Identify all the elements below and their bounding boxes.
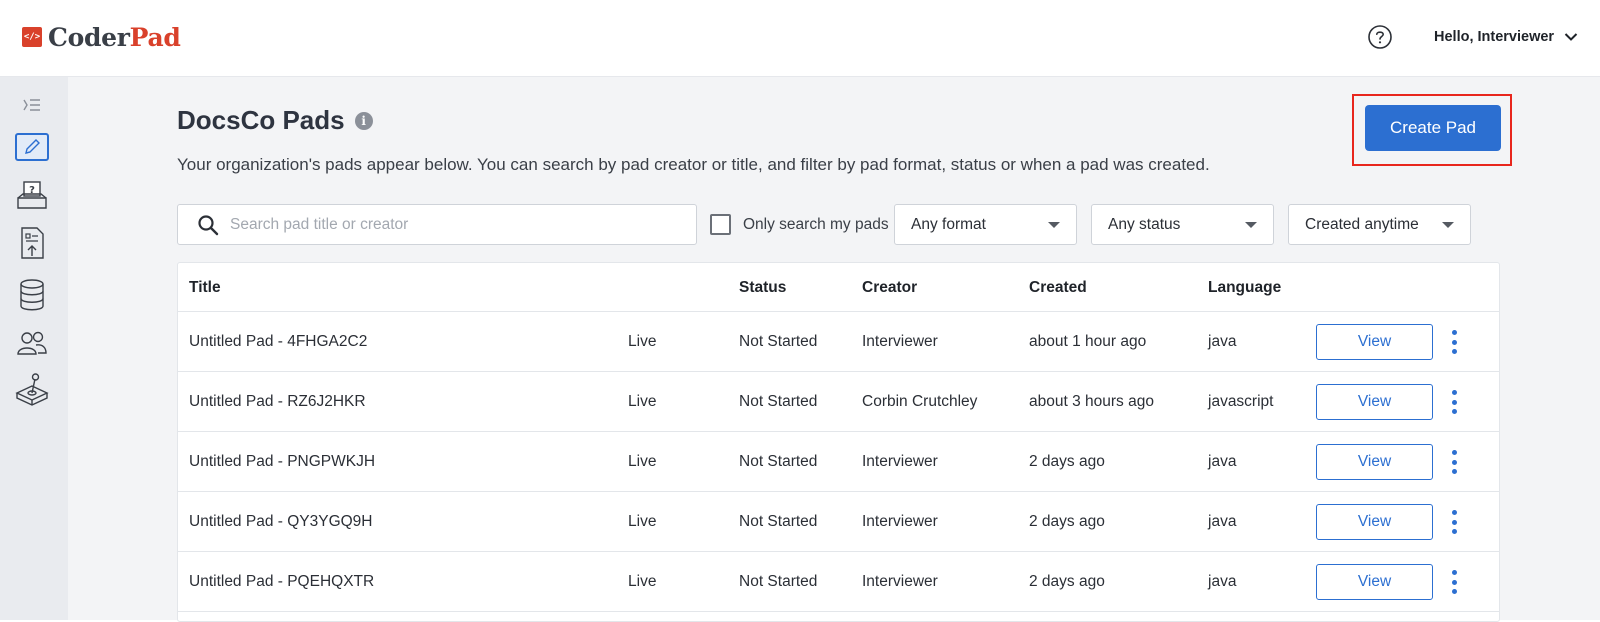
pad-creator: Corbin Crutchley xyxy=(862,393,978,410)
pad-creator: Interviewer xyxy=(862,453,938,470)
pad-created: 2 days ago xyxy=(1029,513,1105,530)
create-pad-button[interactable]: Create Pad xyxy=(1365,105,1501,151)
top-header: </> CoderPad Hello, Interviewer xyxy=(0,0,1600,77)
pad-title[interactable]: Untitled Pad - PNGPWKJH xyxy=(189,453,375,471)
more-options-icon[interactable] xyxy=(1444,570,1464,594)
pad-status: Not Started xyxy=(739,453,818,470)
pads-icon[interactable] xyxy=(15,133,49,161)
col-created[interactable]: Created xyxy=(1029,279,1087,297)
more-options-icon[interactable] xyxy=(1444,390,1464,414)
pad-language: java xyxy=(1208,573,1237,590)
pad-creator: Interviewer xyxy=(862,513,938,530)
pad-title[interactable]: Untitled Pad - 4FHGA2C2 xyxy=(189,333,367,351)
pad-created: 2 days ago xyxy=(1029,453,1105,470)
take-homes-icon[interactable] xyxy=(14,225,50,261)
user-menu[interactable]: Hello, Interviewer xyxy=(1434,26,1578,48)
coderpad-logo[interactable]: </> CoderPad xyxy=(22,22,181,52)
pad-status: Not Started xyxy=(739,513,818,530)
pads-table: Title Status Creator Created Language Un… xyxy=(177,262,1500,622)
team-icon[interactable] xyxy=(14,325,50,361)
pad-mode: Live xyxy=(628,453,657,470)
pad-mode: Live xyxy=(628,513,657,530)
user-greeting: Hello, Interviewer xyxy=(1434,29,1555,45)
only-my-pads-label: Only search my pads xyxy=(743,215,889,233)
created-select[interactable]: Created anytime xyxy=(1288,204,1471,245)
databases-icon[interactable] xyxy=(14,277,50,313)
collapse-icon[interactable] xyxy=(14,87,50,123)
table-header: Title Status Creator Created Language xyxy=(178,263,1499,312)
more-options-icon[interactable] xyxy=(1444,330,1464,354)
code-brackets-icon: </> xyxy=(22,27,42,47)
pad-language: java xyxy=(1208,453,1237,470)
search-field[interactable] xyxy=(177,204,697,245)
pad-created: about 1 hour ago xyxy=(1029,333,1147,350)
pad-created: 2 days ago xyxy=(1029,573,1105,590)
table-row[interactable]: Untitled Pad - QY3YGQ9H Live Not Started… xyxy=(178,492,1499,552)
pad-mode: Live xyxy=(628,573,657,590)
page-description: Your organization's pads appear below. Y… xyxy=(177,155,1210,174)
sandbox-icon[interactable] xyxy=(14,371,50,407)
table-row[interactable]: Untitled Pad - PNGPWKJH Live Not Started… xyxy=(178,432,1499,492)
view-button[interactable]: View xyxy=(1316,504,1433,540)
pad-mode: Live xyxy=(628,393,657,410)
pad-creator: Interviewer xyxy=(862,333,938,350)
table-row[interactable]: Untitled Pad - PQEHQXTR Live Not Started… xyxy=(178,552,1499,612)
info-icon[interactable]: i xyxy=(354,111,373,130)
more-options-icon[interactable] xyxy=(1444,510,1464,534)
col-title[interactable]: Title xyxy=(189,279,221,297)
col-status[interactable]: Status xyxy=(739,279,786,297)
pad-title[interactable]: Untitled Pad - RZ6J2HKR xyxy=(189,393,366,411)
pad-title[interactable]: Untitled Pad - QY3YGQ9H xyxy=(189,513,373,531)
view-button[interactable]: View xyxy=(1316,564,1433,600)
only-my-pads-checkbox[interactable] xyxy=(710,214,731,235)
caret-down-icon xyxy=(1442,221,1454,228)
pad-status: Not Started xyxy=(739,573,818,590)
question-circle-icon[interactable] xyxy=(1367,24,1393,50)
caret-down-icon xyxy=(1245,221,1257,228)
pad-created: about 3 hours ago xyxy=(1029,393,1154,410)
pad-title[interactable]: Untitled Pad - PQEHQXTR xyxy=(189,573,374,591)
pad-mode: Live xyxy=(628,333,657,350)
pad-creator: Interviewer xyxy=(862,573,938,590)
pad-language: javascript xyxy=(1208,393,1274,410)
table-row[interactable]: Untitled Pad - 4FHGA2C2 Live Not Started… xyxy=(178,312,1499,372)
pad-language: java xyxy=(1208,333,1237,350)
chevron-down-icon xyxy=(1564,33,1578,41)
pad-status: Not Started xyxy=(739,393,818,410)
logo-text: CoderPad xyxy=(48,22,181,52)
format-select[interactable]: Any format xyxy=(894,204,1077,245)
pad-language: java xyxy=(1208,513,1237,530)
main-content: DocsCo Pads i Your organization's pads a… xyxy=(68,77,1600,622)
status-select[interactable]: Any status xyxy=(1091,204,1274,245)
sidebar: ? xyxy=(0,77,68,620)
pad-status: Not Started xyxy=(739,333,818,350)
more-options-icon[interactable] xyxy=(1444,450,1464,474)
col-language[interactable]: Language xyxy=(1208,279,1281,297)
table-row[interactable]: Untitled Pad - RZ6J2HKR Live Not Started… xyxy=(178,372,1499,432)
col-creator[interactable]: Creator xyxy=(862,279,917,297)
caret-down-icon xyxy=(1048,221,1060,228)
search-input[interactable] xyxy=(230,215,670,234)
view-button[interactable]: View xyxy=(1316,384,1433,420)
view-button[interactable]: View xyxy=(1316,444,1433,480)
search-icon xyxy=(198,214,219,235)
questions-icon[interactable]: ? xyxy=(14,177,50,213)
view-button[interactable]: View xyxy=(1316,324,1433,360)
only-my-pads-filter[interactable]: Only search my pads xyxy=(710,214,889,235)
create-pad-highlight: Create Pad xyxy=(1352,94,1512,166)
page-title: DocsCo Pads i xyxy=(177,105,373,136)
